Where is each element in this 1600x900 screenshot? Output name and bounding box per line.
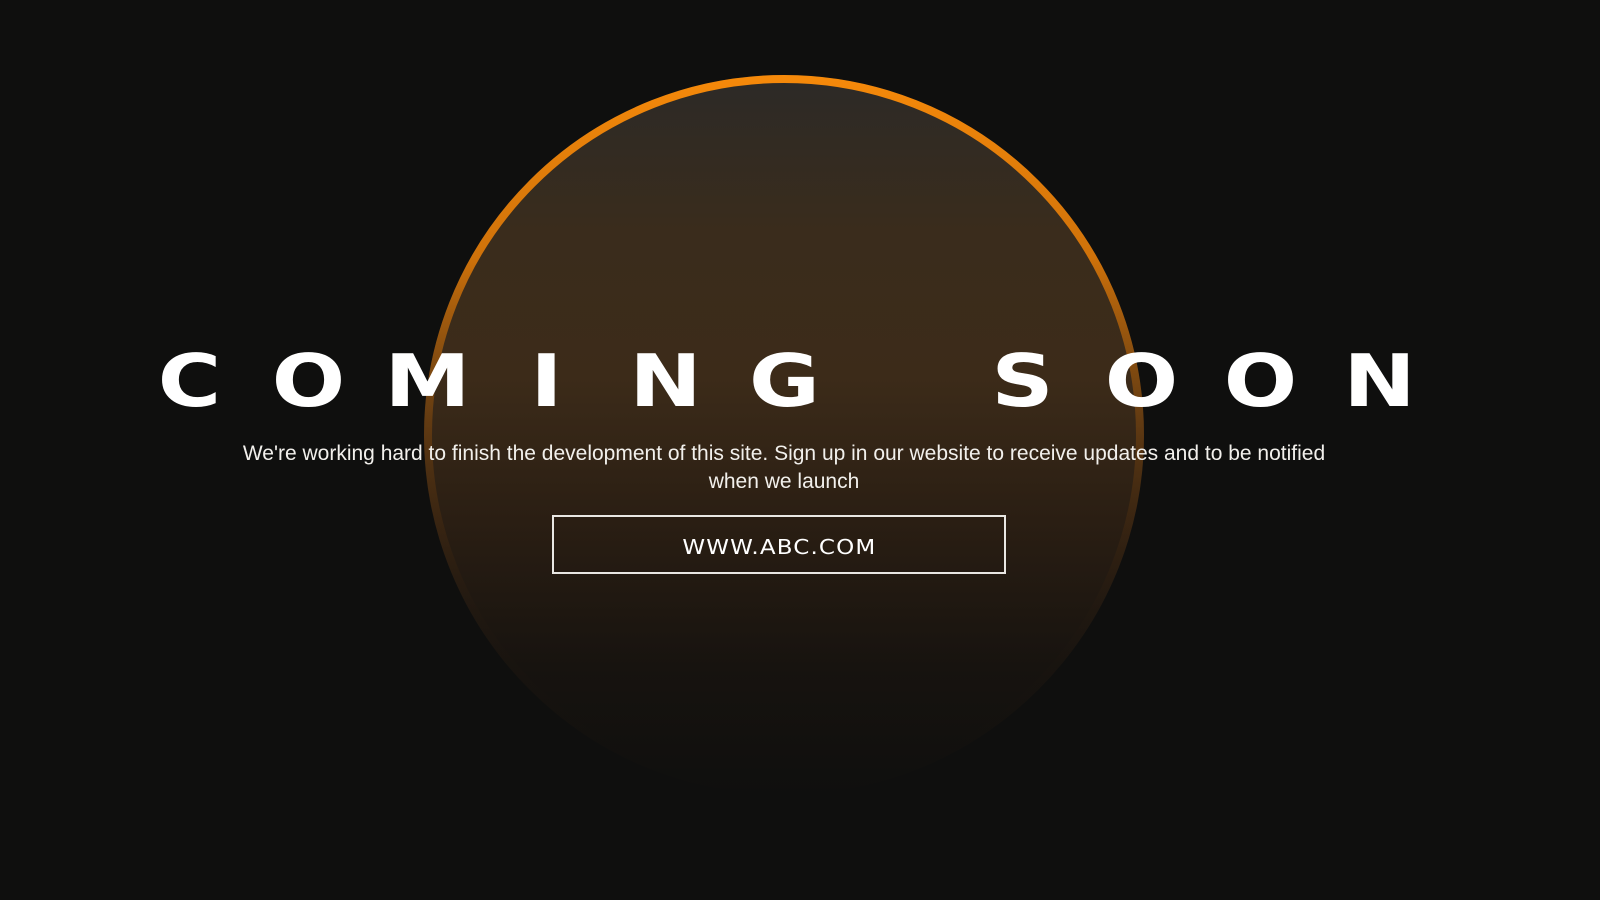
website-link-button[interactable]: WWW.ABC.COM bbox=[552, 515, 1006, 574]
page-subtitle: We're working hard to finish the develop… bbox=[184, 440, 1384, 496]
coming-soon-page: COMINGSOON We're working hard to finish … bbox=[0, 0, 1568, 882]
glow-circle bbox=[424, 75, 1144, 795]
subtitle-line-1: We're working hard to finish the develop… bbox=[242, 442, 1326, 465]
website-link-label: WWW.ABC.COM bbox=[681, 534, 877, 559]
title-letter: G bbox=[748, 339, 820, 423]
title-letter: N bbox=[1342, 339, 1416, 423]
page-title: COMINGSOON bbox=[0, 338, 1568, 424]
subtitle-line-2: when we launch bbox=[708, 470, 860, 493]
